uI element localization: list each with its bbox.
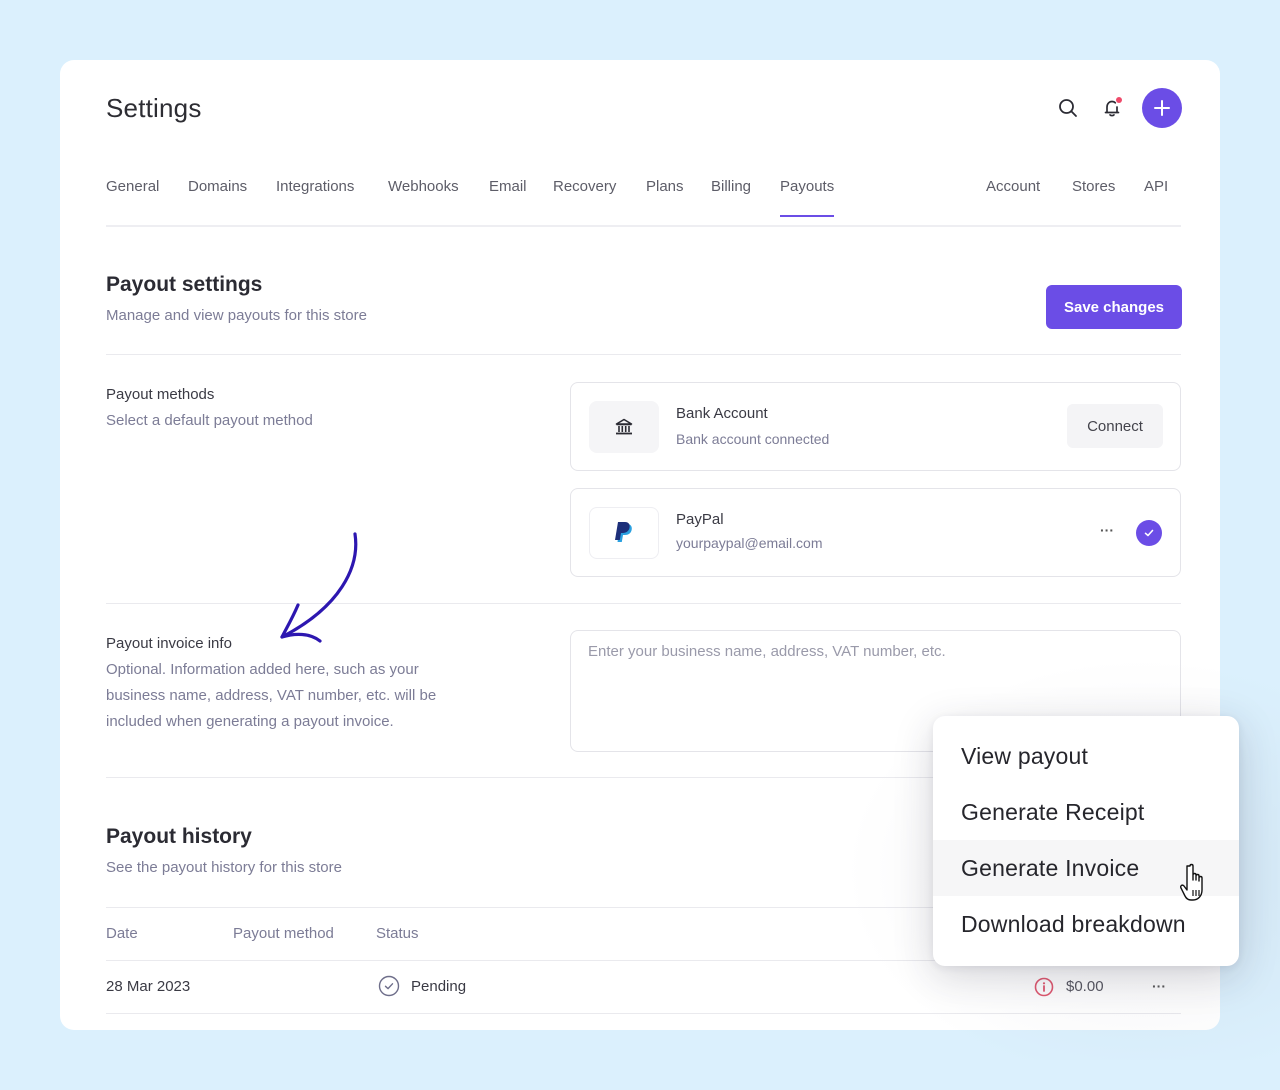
paypal-more-button[interactable]: ··· [1100,522,1114,538]
page-title: Settings [106,93,202,123]
bank-icon-tile [589,401,659,453]
column-header-status: Status [376,925,419,942]
row-more-button[interactable]: ··· [1152,978,1166,994]
search-icon [1059,99,1077,117]
info-alert-icon [1034,977,1054,997]
paypal-selected-check[interactable] [1136,520,1162,546]
bank-icon [615,418,633,435]
tab-payouts[interactable]: Payouts [780,178,835,217]
payout-actions-menu: View payout Generate Receipt Generate In… [933,716,1239,966]
bank-account-name: Bank Account [676,405,768,422]
invoice-info-description: Optional. Information added here, such a… [106,661,437,730]
connect-bank-button[interactable]: Connect [1067,404,1163,448]
plus-icon [1154,100,1170,116]
section-divider [106,354,1181,355]
tab-integrations[interactable]: Integrations [276,178,354,215]
invoice-info-label: Payout invoice info [106,635,232,652]
search-button[interactable] [1048,88,1088,128]
bank-account-status: Bank account connected [676,431,830,447]
menu-item-download-breakdown[interactable]: Download breakdown [933,896,1239,952]
section-divider [106,603,1181,604]
row-date: 28 Mar 2023 [106,978,191,995]
payout-settings-title: Payout settings [106,273,263,296]
menu-item-generate-receipt[interactable]: Generate Receipt [933,784,1239,840]
column-header-date: Date [106,925,138,942]
row-amount: $0.00 [1066,978,1104,995]
tab-stores[interactable]: Stores [1072,178,1115,215]
menu-item-generate-invoice[interactable]: Generate Invoice [933,840,1239,896]
payout-settings-subtitle: Manage and view payouts for this store [106,307,367,324]
payout-history-title: Payout history [106,825,252,848]
save-changes-button[interactable]: Save changes [1046,285,1182,329]
settings-tabs: General Domains Integrations Webhooks Em… [106,168,1181,227]
add-button[interactable] [1142,88,1182,128]
tab-recovery[interactable]: Recovery [553,178,616,215]
pending-check-circle-icon [378,975,400,997]
column-header-payout-method: Payout method [233,925,334,942]
paypal-icon-tile [589,507,659,559]
tab-account[interactable]: Account [986,178,1040,215]
paypal-logo-icon [615,522,632,542]
header-actions [1048,88,1182,128]
tab-api[interactable]: API [1144,178,1168,215]
tab-general[interactable]: General [106,178,159,215]
tab-plans[interactable]: Plans [646,178,684,215]
tab-email[interactable]: Email [489,178,527,215]
notification-badge [1116,97,1122,103]
payout-method-bank[interactable]: Bank Account Bank account connected Conn… [570,382,1181,471]
notifications-button[interactable] [1092,88,1132,128]
payout-method-paypal[interactable]: PayPal yourpaypal@email.com ··· [570,488,1181,577]
table-divider [106,1013,1181,1014]
tab-webhooks[interactable]: Webhooks [388,178,459,215]
row-status: Pending [411,978,467,995]
payout-history-subtitle: See the payout history for this store [106,859,342,876]
menu-item-view-payout[interactable]: View payout [933,728,1239,784]
payout-methods-label: Payout methods [106,386,215,403]
payout-methods-description: Select a default payout method [106,412,313,429]
check-icon [1144,529,1154,537]
paypal-name: PayPal [676,511,724,528]
tab-domains[interactable]: Domains [188,178,247,215]
tab-billing[interactable]: Billing [711,178,751,215]
paypal-email: yourpaypal@email.com [676,535,823,551]
